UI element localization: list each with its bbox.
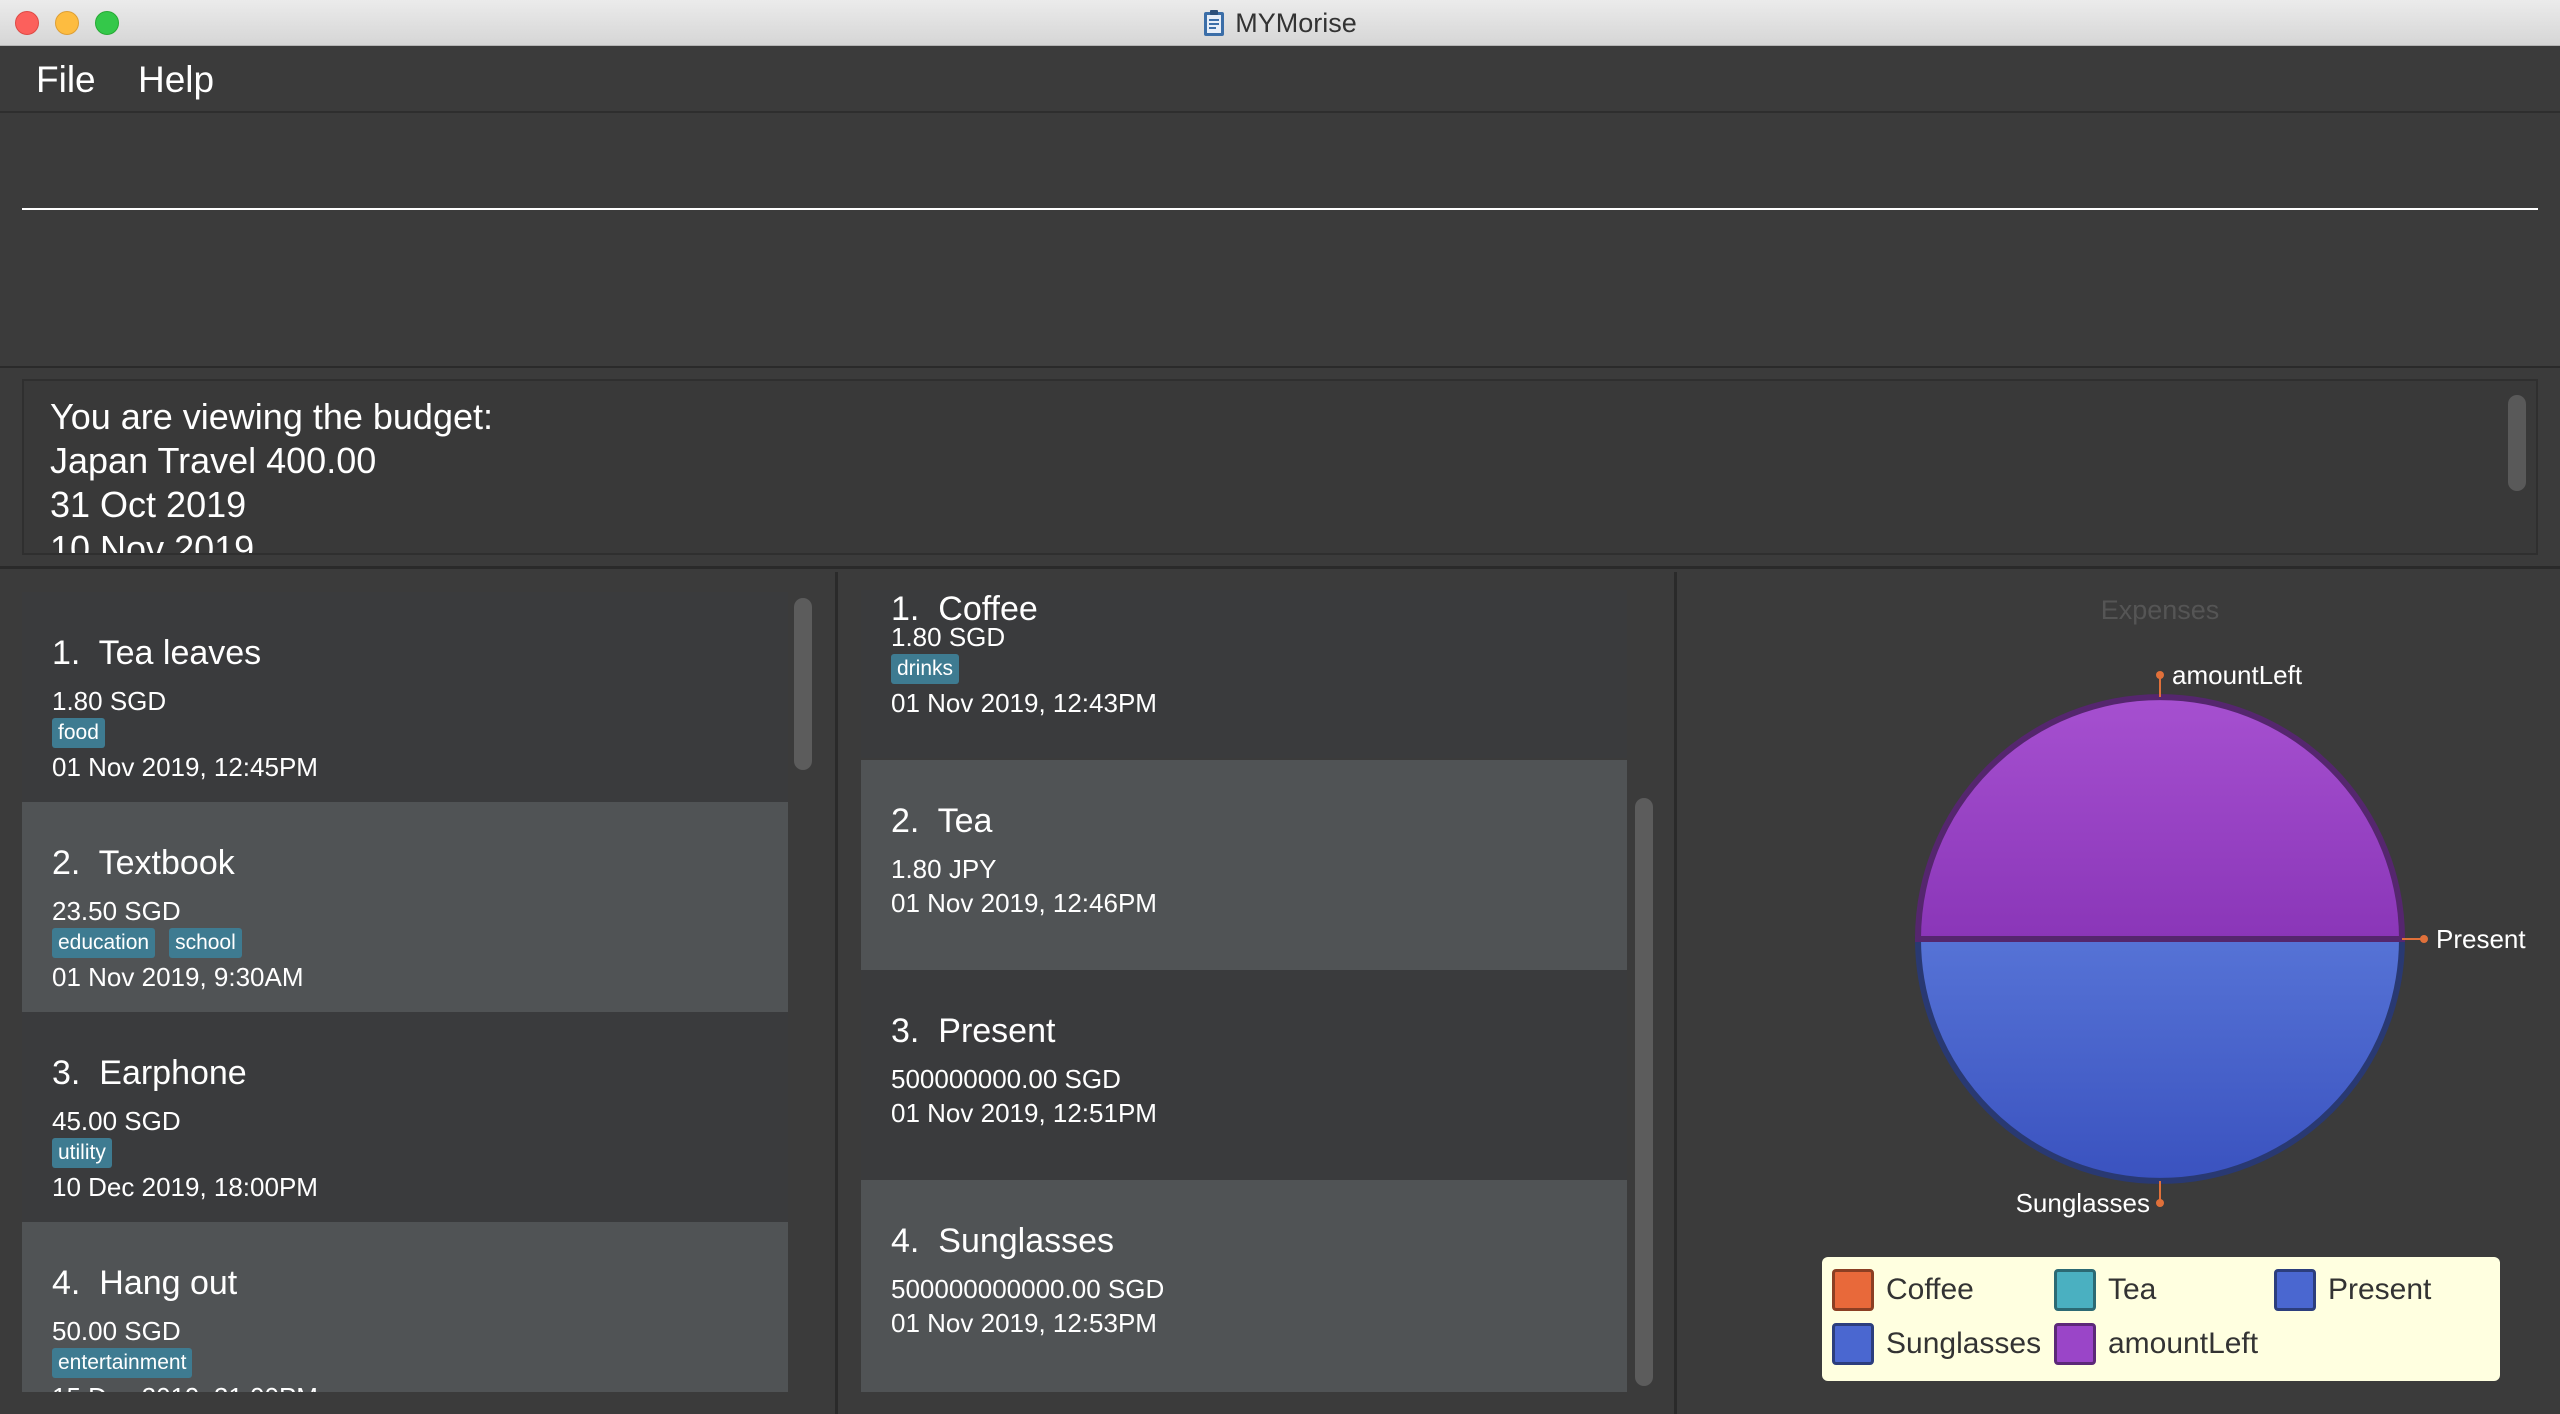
- legend-swatch: [2054, 1269, 2096, 1311]
- legend-item-amountleft: amountLeft: [2054, 1323, 2258, 1365]
- result-line: Japan Travel 400.00: [50, 440, 377, 481]
- item-date: 01 Nov 2019, 12:51PM: [891, 1098, 1157, 1128]
- pie-leader-dot: [2420, 935, 2428, 943]
- item-date: 15 Dec 2019, 21:00PM: [52, 1382, 318, 1392]
- menu-bar: File Help: [0, 47, 2560, 113]
- tag-badge: drinks: [891, 654, 960, 684]
- result-line: 10 Nov 2019: [50, 528, 255, 555]
- item-date: 10 Dec 2019, 18:00PM: [52, 1172, 318, 1202]
- item-amount: 50.00 SGD: [52, 1316, 181, 1346]
- item-name: 3. Present: [891, 1012, 1056, 1050]
- item-amount: 45.00 SGD: [52, 1106, 181, 1136]
- item-date: 01 Nov 2019, 12:46PM: [891, 888, 1157, 918]
- list-item[interactable]: 2. Tea 1.80 JPY 01 Nov 2019, 12:46PM: [861, 760, 1627, 970]
- item-amount: 1.80 JPY: [891, 854, 997, 884]
- legend-item-coffee: Coffee: [1832, 1269, 1974, 1311]
- command-box: [0, 114, 2560, 368]
- list-item[interactable]: 1. Coffee 1.80 SGD drinks 01 Nov 2019, 1…: [861, 590, 1627, 758]
- budget-expense-list-scrollbar[interactable]: [1635, 798, 1653, 1386]
- tag-badge: school: [169, 928, 242, 958]
- item-name: 2. Tea: [891, 802, 993, 840]
- item-amount: 1.80 SGD: [891, 622, 1006, 652]
- legend-swatch: [1832, 1269, 1874, 1311]
- menu-help[interactable]: Help: [132, 57, 220, 103]
- item-name: 4. Sunglasses: [891, 1222, 1115, 1260]
- expense-pie-chart-panel: Expenses amountLeft Present Sunglasses Cof…: [1680, 572, 2560, 1414]
- tag-badge: education: [52, 928, 156, 958]
- tag-badge: utility: [52, 1138, 112, 1168]
- list-item[interactable]: 1. Tea leaves 1.80 SGD food 01 Nov 2019,…: [22, 592, 788, 802]
- pie-leader-dot: [2156, 1199, 2164, 1207]
- chart-legend: Coffee Tea Present Sunglasses amountLeft: [1822, 1257, 2500, 1381]
- list-item[interactable]: 3. Present 500000000.00 SGD 01 Nov 2019,…: [861, 970, 1627, 1180]
- legend-swatch: [2054, 1323, 2096, 1365]
- legend-item-tea: Tea: [2054, 1269, 2156, 1311]
- item-name: 2. Textbook: [52, 844, 235, 882]
- tag-badge: food: [52, 718, 105, 748]
- item-amount: 1.80 SGD: [52, 686, 167, 716]
- chart-title: Expenses: [2101, 595, 2220, 625]
- result-scrollbar[interactable]: [2508, 395, 2526, 491]
- pie-slice-sunglasses: [1914, 936, 2406, 1184]
- window-titlebar: MYMorise: [0, 0, 2560, 46]
- app-clipboard-icon: [1204, 10, 1225, 36]
- pie-slice-amountleft: [1914, 694, 2406, 942]
- item-amount: 23.50 SGD: [52, 896, 181, 926]
- legend-item-present: Present: [2274, 1269, 2431, 1311]
- item-name: 3. Earphone: [52, 1054, 247, 1092]
- pie-leader-dot: [2156, 671, 2164, 679]
- legend-swatch: [2274, 1269, 2316, 1311]
- budget-expense-list-panel: 1. Coffee 1.80 SGD drinks 01 Nov 2019, 1…: [841, 572, 1677, 1414]
- item-name: 4. Hang out: [52, 1264, 238, 1302]
- pie-label-present: Present: [2436, 924, 2526, 954]
- legend-swatch: [1832, 1323, 1874, 1365]
- tag-badge: entertainment: [52, 1348, 193, 1378]
- item-amount: 500000000000.00 SGD: [891, 1274, 1165, 1304]
- result-line: You are viewing the budget:: [50, 396, 494, 437]
- item-date: 01 Nov 2019, 12:45PM: [52, 752, 318, 782]
- result-line: 31 Oct 2019: [50, 484, 247, 525]
- pie-label-amountleft: amountLeft: [2172, 660, 2303, 690]
- result-display[interactable]: You are viewing the budget: Japan Travel…: [22, 379, 2538, 555]
- item-date: 01 Nov 2019, 9:30AM: [52, 962, 304, 992]
- window-title: MYMorise: [1235, 7, 1357, 38]
- list-item[interactable]: 4. Hang out 50.00 SGD entertainment 15 D…: [22, 1222, 788, 1392]
- menu-file[interactable]: File: [30, 57, 102, 103]
- expense-list-scrollbar[interactable]: [794, 598, 812, 770]
- list-item[interactable]: 4. Sunglasses 500000000000.00 SGD 01 Nov…: [861, 1180, 1627, 1392]
- legend-item-sunglasses: Sunglasses: [1832, 1323, 2041, 1365]
- item-date: 01 Nov 2019, 12:43PM: [891, 688, 1157, 718]
- pie-label-sunglasses: Sunglasses: [2016, 1188, 2150, 1218]
- pie-slices: [1914, 694, 2406, 1184]
- list-item[interactable]: 3. Earphone 45.00 SGD utility 10 Dec 201…: [22, 1012, 788, 1222]
- item-name: 1. Tea leaves: [52, 634, 262, 672]
- item-date: 01 Nov 2019, 12:53PM: [891, 1308, 1157, 1338]
- item-amount: 500000000.00 SGD: [891, 1064, 1121, 1094]
- list-item[interactable]: 2. Textbook 23.50 SGD education school 0…: [22, 802, 788, 1012]
- expense-list-panel: 1. Tea leaves 1.80 SGD food 01 Nov 2019,…: [0, 572, 838, 1414]
- result-display-panel: You are viewing the budget: Japan Travel…: [0, 369, 2560, 569]
- command-input[interactable]: [22, 154, 2538, 210]
